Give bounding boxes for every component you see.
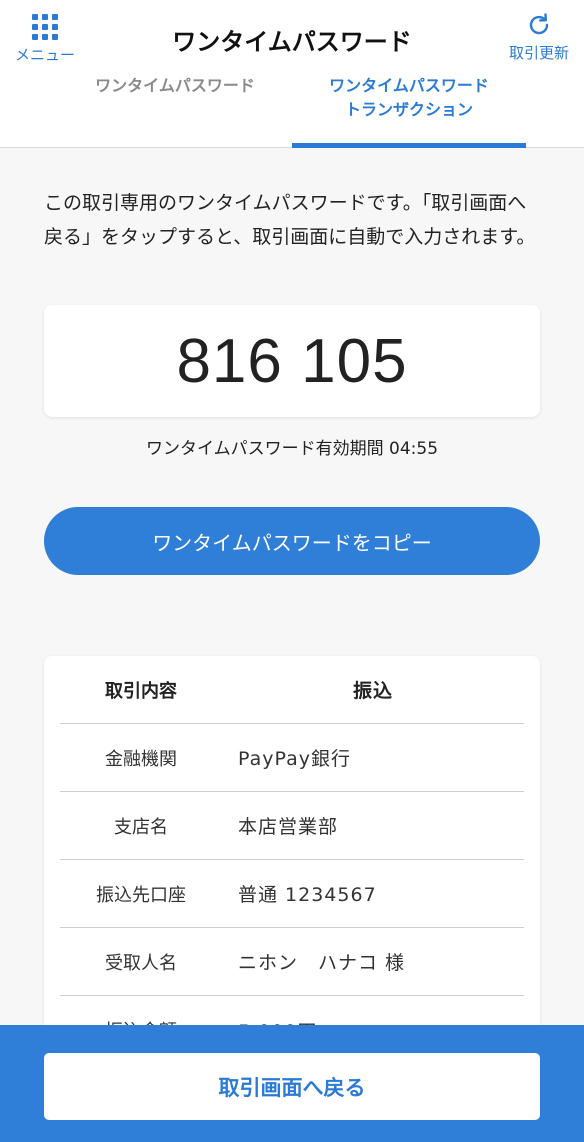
otp-validity: ワンタイムパスワード有効期間 04:55: [0, 434, 584, 459]
row-value: 普通 1234567: [238, 884, 377, 906]
refresh-icon: [529, 13, 549, 35]
otp-code: 816 105: [176, 326, 408, 396]
tab-bar: ワンタイムパスワード ワンタイムパスワード トランザクション: [0, 70, 584, 148]
row-label: 受取人名: [105, 952, 177, 974]
otp-description: この取引専用のワンタイムパスワードです。「取引画面へ戻る」をタップすると、取引画…: [44, 192, 536, 248]
copy-otp-button[interactable]: ワンタイムパスワードをコピー: [44, 507, 540, 575]
row-label: 支店名: [114, 816, 168, 838]
otp-card: 816 105: [44, 305, 540, 417]
validity-label: ワンタイムパスワード有効期間: [145, 439, 384, 459]
app-header: メニュー ワンタイムパスワード 取引更新 ワンタイムパスワード ワンタイムパスワ…: [0, 0, 584, 148]
table-row: 受取人名 ニホン ハナコ 様: [60, 928, 524, 996]
transaction-header-label: 取引内容: [105, 680, 177, 702]
transaction-header-row: 取引内容 振込: [60, 656, 524, 724]
row-value: PayPay銀行: [238, 748, 351, 770]
row-value: ニホン ハナコ 様: [238, 952, 406, 974]
refresh-label: 取引更新: [508, 44, 569, 62]
table-row: 金融機関 PayPay銀行: [60, 724, 524, 792]
validity-time: 04:55: [389, 439, 439, 459]
page-title: ワンタイムパスワード: [172, 28, 412, 56]
tab-one-time-password[interactable]: ワンタイムパスワード: [60, 70, 290, 148]
tab-label-line2: トランザクション: [344, 100, 473, 119]
table-row: 支店名 本店営業部: [60, 792, 524, 860]
table-row: 振込先口座 普通 1234567: [60, 860, 524, 928]
tab-transaction-otp[interactable]: ワンタイムパスワード トランザクション: [292, 70, 526, 148]
bottom-action-bar: 取引画面へ戻る: [0, 1025, 584, 1142]
row-label: 振込先口座: [96, 884, 186, 906]
row-label: 金融機関: [105, 748, 177, 770]
tab-label-line1: ワンタイムパスワード: [329, 76, 489, 95]
row-value: 本店営業部: [238, 816, 339, 838]
refresh-transaction-button[interactable]: 取引更新: [506, 12, 572, 68]
tab-label: ワンタイムパスワード: [95, 76, 255, 95]
transaction-header-value: 振込: [352, 680, 393, 702]
transaction-details-card: 取引内容 振込 金融機関 PayPay銀行 支店名 本店営業部 振込先口座 普通…: [44, 656, 540, 1076]
return-to-transaction-button[interactable]: 取引画面へ戻る: [44, 1053, 540, 1120]
